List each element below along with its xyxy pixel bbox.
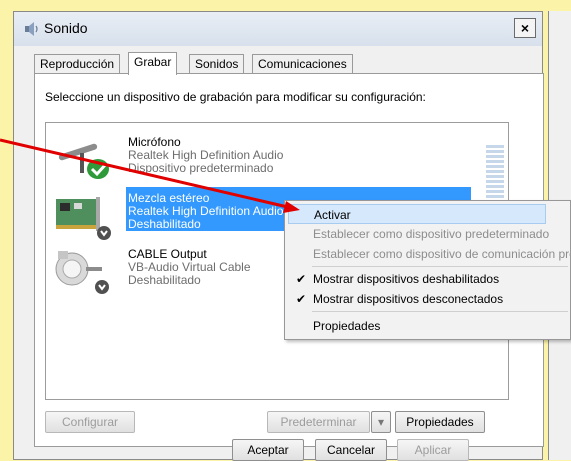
menu-item-set-communications-default[interactable]: Establecer como dispositivo de comunicac… — [288, 244, 570, 264]
instructions-text: Seleccione un dispositivo de grabación p… — [45, 90, 426, 104]
close-button[interactable]: × — [514, 18, 536, 38]
tab-reproduccion[interactable]: Reproducción — [34, 54, 121, 74]
menu-item-label: Activar — [314, 208, 351, 222]
context-menu: Activar Establecer como dispositivo pred… — [284, 200, 571, 340]
properties-button[interactable]: Propiedades — [395, 411, 485, 433]
cable-icon — [55, 251, 109, 294]
ok-button[interactable]: Aceptar — [232, 439, 304, 461]
device-text: Mezcla estéreo Realtek High Definition A… — [128, 192, 287, 231]
speaker-icon — [25, 22, 38, 36]
device-text: Micrófono Realtek High Definition Audio … — [128, 136, 283, 175]
sound-card-icon — [56, 197, 111, 240]
menu-item-show-disconnected[interactable]: ✔ Mostrar dispositivos desconectados — [288, 289, 570, 309]
menu-item-label: Propiedades — [313, 319, 381, 333]
title-bar[interactable]: Sonido × — [14, 12, 542, 46]
device-text: CABLE Output VB-Audio Virtual Cable Desh… — [128, 248, 251, 287]
menu-separator — [312, 266, 568, 267]
tab-sonidos[interactable]: Sonidos — [189, 54, 245, 74]
menu-item-activar[interactable]: Activar — [288, 204, 546, 224]
menu-item-label: Establecer como dispositivo de comunicac… — [313, 247, 570, 261]
device-status: Dispositivo predeterminado — [128, 161, 274, 175]
tab-comunicaciones[interactable]: Comunicaciones — [252, 54, 353, 74]
device-status: Deshabilitado — [128, 217, 201, 231]
device-status: Deshabilitado — [128, 273, 201, 287]
set-default-button[interactable]: Predeterminar — [267, 411, 370, 433]
checkmark-icon: ✔ — [296, 272, 307, 286]
menu-separator — [312, 311, 568, 312]
microphone-icon — [58, 143, 109, 179]
apply-button[interactable]: Aplicar — [397, 439, 469, 461]
menu-item-label: Establecer como dispositivo predetermina… — [313, 227, 550, 241]
menu-item-show-disabled[interactable]: ✔ Mostrar dispositivos deshabilitados — [288, 269, 570, 289]
window-title: Sonido — [44, 20, 88, 36]
menu-item-set-default[interactable]: Establecer como dispositivo predetermina… — [288, 224, 570, 244]
tab-grabar[interactable]: Grabar — [128, 52, 178, 75]
configure-button[interactable]: Configurar — [45, 411, 135, 433]
cancel-button[interactable]: Cancelar — [315, 439, 387, 461]
checkmark-icon: ✔ — [296, 292, 307, 306]
chevron-down-icon: ▾ — [377, 415, 385, 429]
set-default-dropdown[interactable]: ▾ — [371, 411, 391, 433]
menu-item-properties[interactable]: Propiedades — [288, 316, 570, 336]
menu-item-label: Mostrar dispositivos deshabilitados — [313, 272, 500, 286]
menu-item-label: Mostrar dispositivos desconectados — [313, 292, 504, 306]
device-item-microfono[interactable]: Micrófono Realtek High Definition Audio … — [46, 133, 508, 191]
